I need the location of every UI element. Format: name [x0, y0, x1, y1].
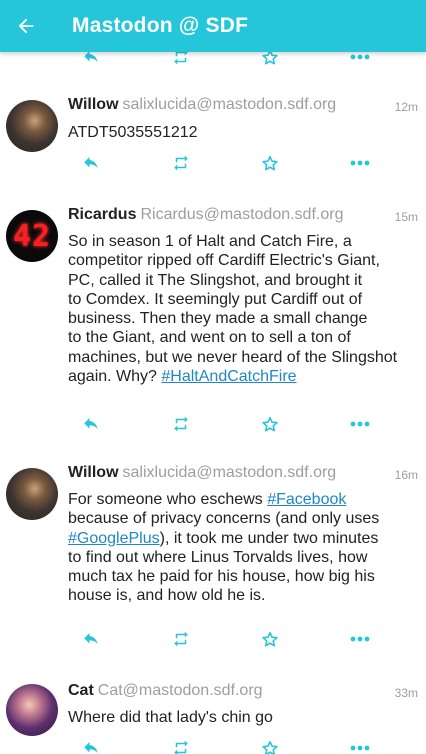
avatar-digits: 42	[12, 218, 52, 254]
content-text: ), it took me under two minutes	[159, 529, 379, 547]
status-header: Willow salixlucida@mastodon.sdf.org	[68, 96, 426, 116]
reply-button[interactable]	[79, 628, 103, 650]
more-button[interactable]	[348, 413, 372, 435]
content-line: competitor ripped off Cardiff Electric's…	[68, 252, 380, 270]
content-line: because of privacy concerns (and only us…	[68, 510, 380, 528]
boost-button[interactable]	[169, 52, 193, 68]
display-name[interactable]: Cat	[68, 682, 94, 699]
favourite-button[interactable]	[258, 737, 282, 754]
status-actions	[0, 52, 426, 68]
boost-icon	[174, 740, 188, 754]
reply-button[interactable]	[79, 152, 103, 174]
avatar[interactable]	[6, 100, 58, 152]
content-line: house is, and how old he is.	[68, 587, 266, 605]
reply-icon	[84, 633, 98, 645]
content-line: Where did that lady's chin go	[68, 709, 273, 726]
boost-button[interactable]	[169, 737, 193, 754]
hashtag-link[interactable]: #GooglePlus	[68, 530, 160, 547]
avatar[interactable]	[6, 468, 58, 520]
content-text: For someone who eschews	[68, 491, 268, 508]
favourite-button[interactable]	[258, 52, 282, 68]
avatar[interactable]: 42	[6, 210, 58, 262]
star-icon	[262, 52, 278, 64]
account-handle[interactable]: salixlucida@mastodon.sdf.org	[123, 464, 337, 481]
boost-button[interactable]	[169, 152, 193, 174]
more-icon	[350, 160, 370, 166]
status-time: 12m	[394, 100, 418, 114]
more-button[interactable]	[348, 737, 372, 754]
more-icon	[350, 54, 370, 60]
status-content: Where did that lady's chin go	[68, 708, 408, 727]
back-button[interactable]	[0, 0, 52, 52]
content-line: to Comdex. It seemingly put Cardiff out …	[68, 290, 363, 308]
display-name[interactable]: Ricardus	[68, 206, 136, 223]
boost-button[interactable]	[169, 413, 193, 435]
boost-icon	[174, 631, 188, 647]
favourite-button[interactable]	[258, 413, 282, 435]
content-line: ATDT5035551212	[68, 124, 198, 141]
content-line: PC, called it The Slingshot, and brought…	[68, 271, 363, 289]
more-button[interactable]	[348, 152, 372, 174]
status-time: 15m	[394, 210, 418, 224]
status-time: 33m	[394, 686, 418, 700]
account-handle[interactable]: Cat@mastodon.sdf.org	[98, 682, 263, 699]
boost-button[interactable]	[169, 628, 193, 650]
status-content: So in season 1 of Halt and Catch Fire, a…	[68, 232, 408, 386]
app-bar: Mastodon @ SDF	[0, 0, 426, 52]
account-handle[interactable]: salixlucida@mastodon.sdf.org	[123, 96, 337, 113]
star-icon	[262, 631, 278, 646]
reply-icon	[84, 418, 98, 430]
content-line: to find out where Linus Torvalds lives, …	[68, 548, 368, 566]
content-line: to the Giant, and went on to sell a ton …	[68, 329, 351, 347]
content-text: again. Why?	[68, 368, 157, 386]
status-content: ATDT5035551212	[68, 123, 408, 142]
more-button[interactable]	[348, 628, 372, 650]
status-header: Ricardus Ricardus@mastodon.sdf.org	[68, 206, 426, 226]
star-icon	[262, 416, 278, 431]
content-line: machines, but we never heard of the Slin…	[68, 348, 398, 366]
reply-button[interactable]	[79, 52, 103, 68]
content-line: #GooglePlus), it took me under two minut…	[68, 529, 408, 548]
content-line: So in season 1 of Halt and Catch Fire, a	[68, 233, 352, 250]
content-line: For someone who eschews #Facebook	[68, 490, 408, 509]
app-title: Mastodon @ SDF	[72, 14, 249, 37]
hashtag-link[interactable]: #HaltAndCatchFire	[161, 368, 296, 385]
arrow-left-icon	[18, 18, 34, 34]
boost-icon	[174, 416, 188, 432]
status-actions	[0, 413, 426, 435]
timeline[interactable]: Willow salixlucida@mastodon.sdf.org 12m A…	[0, 52, 426, 754]
star-icon	[262, 740, 278, 754]
status-content: For someone who eschews #Facebook becaus…	[68, 490, 408, 606]
more-icon	[350, 636, 370, 642]
reply-icon	[84, 52, 98, 63]
account-handle[interactable]: Ricardus@mastodon.sdf.org	[140, 206, 343, 223]
status-actions	[0, 152, 426, 174]
status-header: Willow salixlucida@mastodon.sdf.org	[68, 464, 426, 484]
content-line: business. Then they made a small change	[68, 310, 368, 328]
content-line: again. Why? #HaltAndCatchFire	[68, 367, 408, 386]
status-actions	[0, 737, 426, 754]
display-name[interactable]: Willow	[68, 96, 119, 113]
status-header: Cat Cat@mastodon.sdf.org	[68, 682, 426, 702]
status-time: 16m	[394, 468, 418, 482]
boost-icon	[174, 52, 188, 65]
avatar[interactable]	[6, 684, 58, 736]
favourite-button[interactable]	[258, 152, 282, 174]
content-line: much tax he paid for his house, how big …	[68, 568, 375, 586]
reply-button[interactable]	[79, 413, 103, 435]
hashtag-link[interactable]: #Facebook	[267, 491, 346, 508]
reply-icon	[84, 157, 98, 169]
more-button[interactable]	[348, 52, 372, 68]
more-icon	[350, 745, 370, 751]
more-icon	[350, 421, 370, 427]
reply-button[interactable]	[79, 737, 103, 754]
star-icon	[262, 155, 278, 170]
display-name[interactable]: Willow	[68, 464, 119, 481]
status-actions	[0, 628, 426, 650]
reply-icon	[84, 742, 98, 754]
boost-icon	[174, 155, 188, 171]
favourite-button[interactable]	[258, 628, 282, 650]
